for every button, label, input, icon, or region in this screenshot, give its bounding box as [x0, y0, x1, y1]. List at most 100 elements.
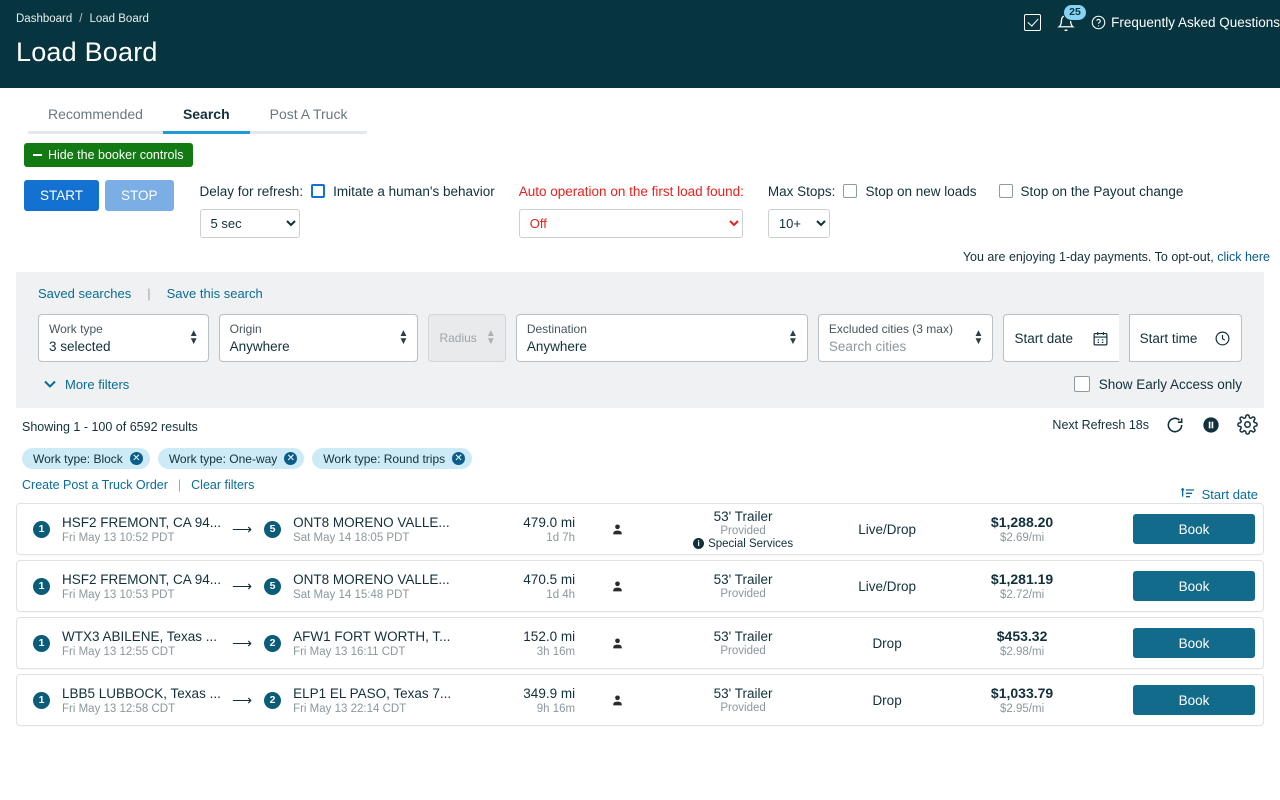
auto-operation-label: Auto operation on the first load found: [518, 183, 744, 199]
origin-value: Anywhere [229, 338, 290, 354]
opt-out-banner: You are enjoying 1-day payments. To opt-… [0, 238, 1280, 272]
header-actions: 25 Frequently Asked Questions [1024, 4, 1280, 34]
chevron-down-icon [44, 380, 56, 388]
excluded-cities-filter[interactable]: Excluded cities (3 max) Search cities ▲ ▼ [817, 314, 994, 362]
destination-stop-badge: 5 [264, 577, 282, 595]
origin-name: WTX3 ABILENE, Texas ... [62, 628, 218, 644]
delay-select[interactable]: 5 sec [199, 209, 300, 238]
arrow-right-icon: ⟶ [232, 577, 253, 594]
create-post-a-truck-order-link[interactable]: Create Post a Truck Order [22, 478, 168, 492]
hide-booker-controls-button[interactable]: Hide the booker controls [24, 143, 193, 167]
faq-link[interactable]: Frequently Asked Questions [1091, 15, 1280, 30]
table-row[interactable]: 1 WTX3 ABILENE, Texas ... Fri May 13 12:… [16, 617, 1264, 669]
breadcrumb-load-board[interactable]: Load Board [89, 13, 148, 25]
payout-amount: $1,033.79 [990, 685, 1054, 701]
saved-searches-link[interactable]: Saved searches [38, 286, 131, 301]
equipment-cell: 53' Trailer Provided [659, 686, 827, 714]
max-stops-select[interactable]: 10+ [767, 209, 830, 238]
table-row[interactable]: 1 HSF2 FREMONT, CA 94... Fri May 13 10:5… [16, 503, 1264, 555]
more-filters-row: More filters Show Early Access only [38, 376, 1242, 392]
special-services[interactable]: i Special Services [659, 538, 827, 550]
start-date-filter[interactable]: Start date [1003, 314, 1119, 362]
person-icon [612, 637, 622, 648]
equipment-type: 53' Trailer [713, 508, 773, 524]
refresh-button[interactable] [1165, 415, 1185, 435]
equipment-provided: Provided [720, 588, 766, 600]
close-icon[interactable]: ✕ [129, 452, 143, 465]
breadcrumb-dashboard[interactable]: Dashboard [16, 13, 72, 25]
driver-cell [575, 522, 659, 537]
origin-time: Fri May 13 10:52 PDT [62, 531, 175, 544]
close-icon[interactable]: ✕ [284, 452, 298, 465]
book-button[interactable]: Book [1133, 514, 1255, 544]
stop-conditions: Stop on new loads Stop on the Payout cha… [843, 184, 1183, 199]
person-icon [612, 694, 622, 705]
payout-amount: $453.32 [996, 628, 1048, 644]
close-icon[interactable]: ✕ [452, 452, 466, 465]
early-access-toggle[interactable]: Show Early Access only [1073, 376, 1242, 392]
duration-value: 9h 16m [536, 702, 576, 715]
equipment-cell: 53' Trailer Provided i Special Services [659, 509, 827, 550]
stop-on-payout-change-checkbox[interactable] [998, 184, 1013, 198]
book-button[interactable]: Book [1133, 628, 1255, 658]
destination-cell: ONT8 MORENO VALLE... Sat May 14 15:48 PD… [293, 572, 461, 601]
equipment-provided: Provided [720, 702, 766, 714]
notifications-bell[interactable]: 25 [1055, 4, 1087, 34]
destination-label: Destination [526, 321, 587, 336]
destination-time: Fri May 13 16:11 CDT [293, 645, 406, 658]
origin-cell: HSF2 FREMONT, CA 94... Fri May 13 10:53 … [62, 572, 230, 601]
distance-cell: 479.0 mi 1d 7h [467, 515, 575, 544]
table-row[interactable]: 1 HSF2 FREMONT, CA 94... Fri May 13 10:5… [16, 560, 1264, 612]
origin-time: Fri May 13 12:55 CDT [62, 645, 176, 658]
tab-post-a-truck[interactable]: Post A Truck [249, 98, 368, 134]
tab-bar: Recommended Search Post A Truck [0, 98, 1280, 134]
distance-value: 152.0 mi [523, 628, 576, 644]
pause-button[interactable] [1201, 415, 1221, 435]
filter-chip[interactable]: Work type: Block ✕ [22, 448, 150, 469]
info-icon: i [693, 538, 705, 549]
filter-chip-label: Work type: Block [33, 451, 123, 466]
destination-name: AFW1 FORT WORTH, T... [293, 628, 451, 644]
checkbox-icon[interactable] [1024, 13, 1042, 31]
early-access-checkbox[interactable] [1073, 376, 1090, 392]
save-this-search-link[interactable]: Save this search [167, 286, 263, 301]
book-cell: Book [1133, 685, 1255, 715]
filter-chip[interactable]: Work type: Round trips ✕ [312, 448, 473, 469]
help-icon [1091, 15, 1106, 29]
work-type-filter[interactable]: Work type 3 selected ▲ ▼ [38, 314, 209, 362]
origin-time: Fri May 13 12:58 CDT [62, 702, 176, 715]
destination-filter[interactable]: Destination Anywhere ▲ ▼ [515, 314, 808, 362]
origin-filter[interactable]: Origin Anywhere ▲ ▼ [218, 314, 419, 362]
chevron-updown-icon: ▲ ▼ [788, 328, 798, 347]
stop-button[interactable]: STOP [105, 180, 174, 211]
start-button[interactable]: START [24, 180, 100, 211]
tab-recommended[interactable]: Recommended [28, 98, 163, 134]
table-row[interactable]: 1 LBB5 LUBBOCK, Texas ... Fri May 13 12:… [16, 674, 1264, 726]
auto-operation-select[interactable]: Off [518, 209, 743, 238]
driver-cell [575, 636, 659, 651]
chevron-updown-icon: ▲ ▼ [973, 328, 984, 347]
equipment-type: 53' Trailer [713, 629, 773, 644]
clear-filters-link[interactable]: Clear filters [191, 478, 254, 492]
origin-cell: WTX3 ABILENE, Texas ... Fri May 13 12:55… [62, 629, 230, 658]
excluded-cities-value: Search cities [828, 338, 907, 354]
tab-search[interactable]: Search [162, 98, 250, 134]
opt-out-link[interactable]: click here [1217, 250, 1270, 264]
start-time-filter[interactable]: Start time [1128, 314, 1242, 362]
stop-on-new-loads-checkbox[interactable] [843, 184, 858, 198]
saved-row-separator: | [147, 286, 151, 301]
book-button[interactable]: Book [1133, 571, 1255, 601]
filter-chip[interactable]: Work type: One-way ✕ [157, 448, 305, 469]
imitate-human-checkbox[interactable] [311, 184, 326, 198]
book-button[interactable]: Book [1133, 685, 1255, 715]
payout-rate: $2.69/mi [1000, 532, 1045, 544]
book-cell: Book [1133, 571, 1255, 601]
driver-cell [575, 579, 659, 594]
sort-control[interactable]: Start date [1180, 486, 1258, 502]
payout-rate: $2.95/mi [1000, 703, 1045, 715]
more-filters-button[interactable]: More filters [38, 377, 129, 392]
filter-chip-label: Work type: One-way [168, 451, 278, 466]
driver-cell [575, 693, 659, 708]
calendar-icon [1093, 331, 1108, 345]
settings-button[interactable] [1237, 414, 1258, 435]
